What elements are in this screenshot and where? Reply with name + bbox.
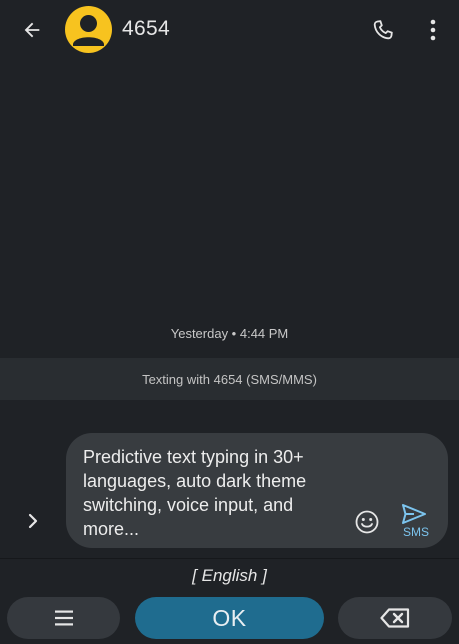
- call-button[interactable]: [366, 13, 400, 47]
- keyboard-ok-key[interactable]: OK: [135, 597, 324, 639]
- compose-text[interactable]: Predictive text typing in 30+ languages,…: [83, 445, 338, 541]
- texting-banner-label: Texting with 4654 (SMS/MMS): [142, 371, 317, 387]
- person-icon: [73, 15, 104, 46]
- menu-icon: [54, 610, 73, 626]
- phone-icon: [373, 20, 393, 40]
- emoji-button[interactable]: [352, 507, 382, 537]
- texting-banner: Texting with 4654 (SMS/MMS): [0, 358, 459, 400]
- send-sms-button[interactable]: SMS: [396, 503, 436, 543]
- expand-attachments-button[interactable]: [20, 508, 46, 534]
- keyboard-menu-key[interactable]: [7, 597, 120, 639]
- emoji-icon: [355, 510, 379, 534]
- chevron-right-icon: [28, 513, 38, 529]
- keyboard-backspace-key[interactable]: [338, 597, 452, 639]
- back-button[interactable]: [14, 13, 50, 47]
- keyboard-ok-label: OK: [212, 604, 247, 631]
- messaging-screen: 4654 Yesterday • 4:44 PM Texting with 46…: [0, 0, 459, 644]
- send-icon: [402, 504, 426, 524]
- arrow-back-icon: [24, 22, 40, 38]
- more-vert-icon: [430, 19, 436, 41]
- keyboard-language-label[interactable]: [ English ]: [0, 566, 459, 586]
- contact-avatar[interactable]: [65, 6, 112, 53]
- send-sms-label: SMS: [402, 525, 429, 539]
- message-timestamp: Yesterday • 4:44 PM: [170, 326, 289, 341]
- contact-name[interactable]: 4654: [122, 17, 170, 41]
- compose-field[interactable]: Predictive text typing in 30+ languages,…: [66, 433, 448, 548]
- app-bar: 4654: [0, 0, 459, 60]
- more-options-button[interactable]: [420, 13, 446, 47]
- keyboard-divider: [0, 558, 459, 559]
- backspace-icon: [380, 608, 410, 628]
